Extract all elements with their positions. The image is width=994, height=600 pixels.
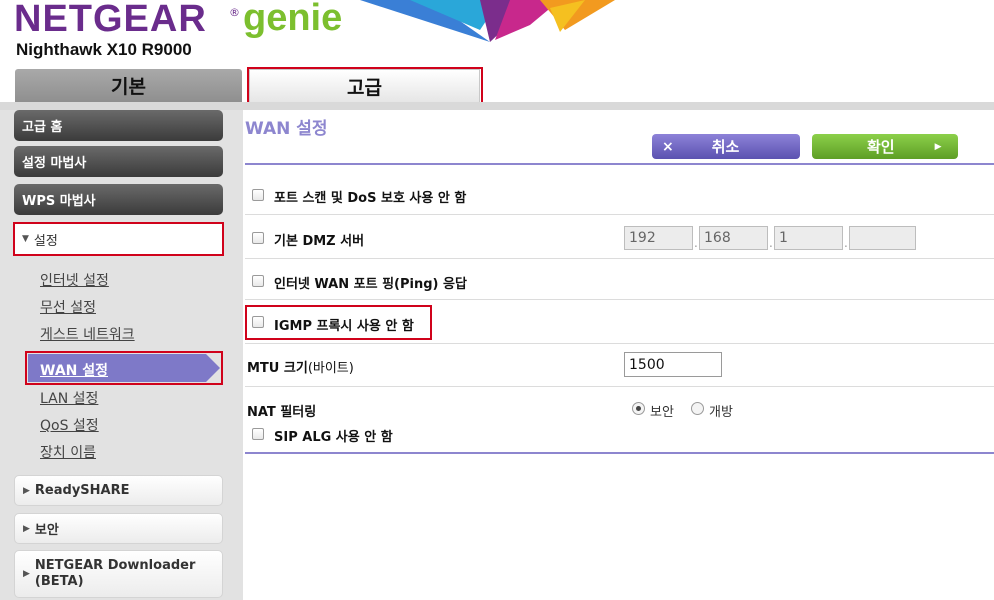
registered-mark: ® [229,6,240,19]
sidebar-item-wps-wizard[interactable]: WPS 마법사 [14,184,223,215]
dmz-ip-octet-1[interactable]: 192 [624,226,693,250]
section-divider [245,163,994,165]
close-icon: × [662,138,674,155]
dmz-ip-octet-3[interactable]: 1 [774,226,843,250]
netgear-logo: NETGEAR [14,0,207,40]
nat-filtering-label: NAT 필터링 [247,405,317,420]
portscan-dos-label: 포트 스캔 및 DoS 보호 사용 안 함 [274,191,467,206]
sip-alg-checkbox[interactable] [252,428,264,440]
nat-open-radio[interactable] [691,402,704,415]
genie-logo: genie [243,0,343,39]
sidebar-item-downloader-label: NETGEAR Downloader (BETA) [35,558,195,590]
router-model: Nighthawk X10 R9000 [16,40,192,59]
mtu-size-input[interactable]: 1500 [624,352,722,377]
ip-separator: . [844,236,848,250]
section-divider [245,452,994,454]
sip-alg-label: SIP ALG 사용 안 함 [274,430,393,445]
sidebar-item-wireless-setup[interactable]: 무선 설정 [40,297,96,317]
mtu-label: MTU 크기(바이트) [247,357,354,376]
highlight-wan-setup [25,351,223,385]
downloader-line-2: (BETA) [34,574,84,589]
sidebar-item-security-label: 보안 [34,523,59,538]
nat-secure-radio[interactable] [632,402,645,415]
highlight-settings [13,222,224,256]
sidebar-item-guest-network[interactable]: 게스트 네트워크 [40,324,135,344]
ip-separator: . [769,236,773,250]
sidebar-item-setup-wizard[interactable]: 설정 마법사 [14,146,223,177]
dmz-ip-octet-4[interactable] [849,226,916,250]
row-divider [245,343,994,344]
apply-button-label: 확인 [867,138,895,156]
highlight-advanced-tab [247,67,483,105]
row-divider [245,258,994,259]
apply-button[interactable]: 확인 ▶ [812,134,958,159]
sidebar-item-lan-setup[interactable]: LAN 설정 [40,388,98,408]
dmz-checkbox[interactable] [252,232,264,244]
portscan-dos-checkbox[interactable] [252,189,264,201]
sidebar-item-qos-setup[interactable]: QoS 설정 [40,415,99,435]
nat-secure-label: 보안 [650,405,674,420]
dmz-ip-octet-2[interactable]: 168 [699,226,768,250]
genie-graphic-icon [360,0,615,42]
dmz-label: 기본 DMZ 서버 [274,234,365,249]
triangle-right-icon: ▶ [23,523,30,534]
cancel-button-label: 취소 [711,138,740,156]
sidebar-item-internet-setup[interactable]: 인터넷 설정 [40,270,109,290]
sidebar-item-security[interactable]: ▶ 보안 [14,513,223,544]
wan-ping-checkbox[interactable] [252,275,264,287]
row-divider [245,214,994,215]
arrow-right-icon: ▶ [934,141,942,152]
page-title: WAN 설정 [245,119,328,139]
highlight-igmp [245,305,432,340]
tab-divider [0,102,994,110]
sidebar-item-readyshare[interactable]: ▶ ReadySHARE [14,475,223,506]
triangle-right-icon: ▶ [23,485,30,496]
ip-separator: . [694,236,698,250]
cancel-button[interactable]: × 취소 [652,134,800,159]
mtu-label-bold: MTU 크기 [247,361,308,376]
mtu-label-unit: (바이트) [307,361,354,376]
triangle-right-icon: ▶ [23,569,30,579]
sidebar-item-netgear-downloader[interactable]: ▶ NETGEAR Downloader (BETA) [14,550,223,598]
sidebar-item-readyshare-label: ReadySHARE [34,483,130,498]
wan-ping-label: 인터넷 WAN 포트 핑(Ping) 응답 [274,277,467,292]
sidebar-item-advanced-home[interactable]: 고급 홈 [14,110,223,141]
row-divider [245,299,994,300]
downloader-line-1: NETGEAR Downloader [34,558,196,573]
nat-open-label: 개방 [709,405,733,420]
row-divider [245,386,994,387]
sidebar-item-device-name[interactable]: 장치 이름 [40,442,96,462]
tab-basic[interactable]: 기본 [15,69,242,102]
